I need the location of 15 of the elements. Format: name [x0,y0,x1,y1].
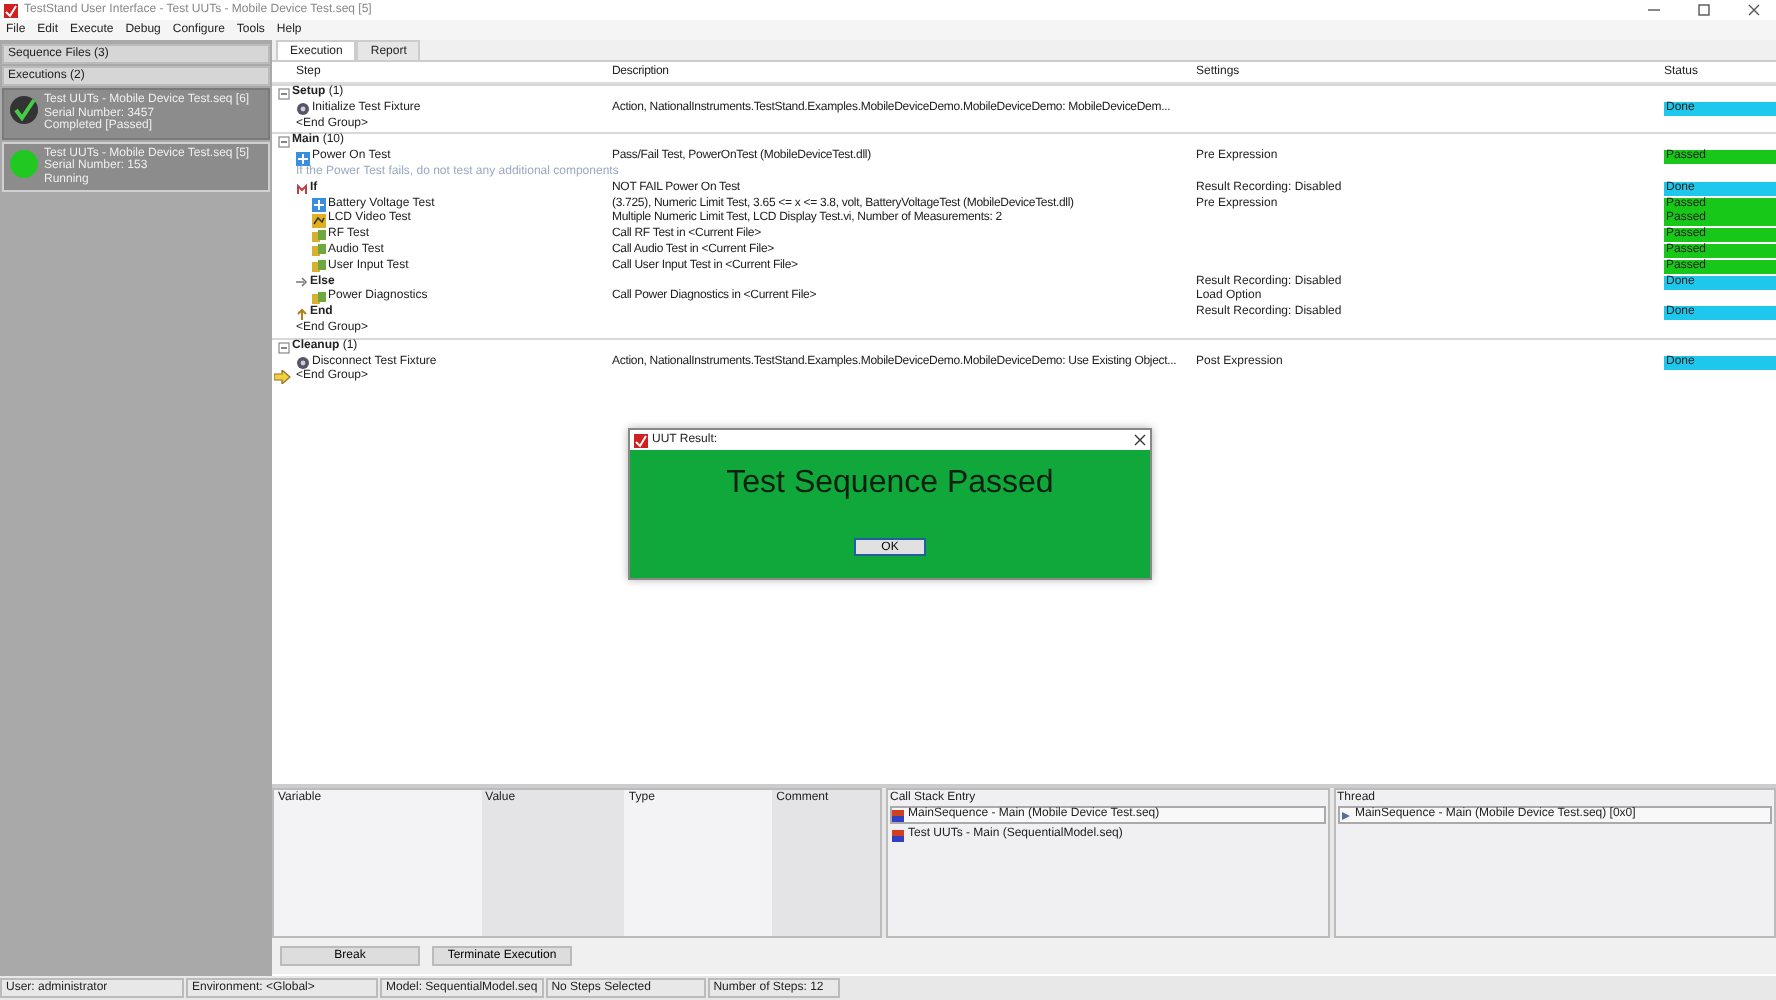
collapse-icon[interactable] [278,136,290,149]
collapse-icon[interactable] [278,87,290,100]
check-icon [8,94,40,126]
up-arrow-icon [296,308,308,321]
gear-icon [296,355,310,370]
gear-icon [296,102,310,117]
multi-test-icon [312,213,326,228]
test-step-icon [296,151,310,166]
thread-icon [1339,809,1351,821]
dialog-message: Test Sequence Passed [726,466,1054,502]
collapse-icon[interactable] [278,341,290,354]
close-icon[interactable] [1134,434,1146,446]
status-dot-icon [8,147,40,179]
sequence-call-icon [312,291,326,306]
test-step-icon [312,197,326,212]
